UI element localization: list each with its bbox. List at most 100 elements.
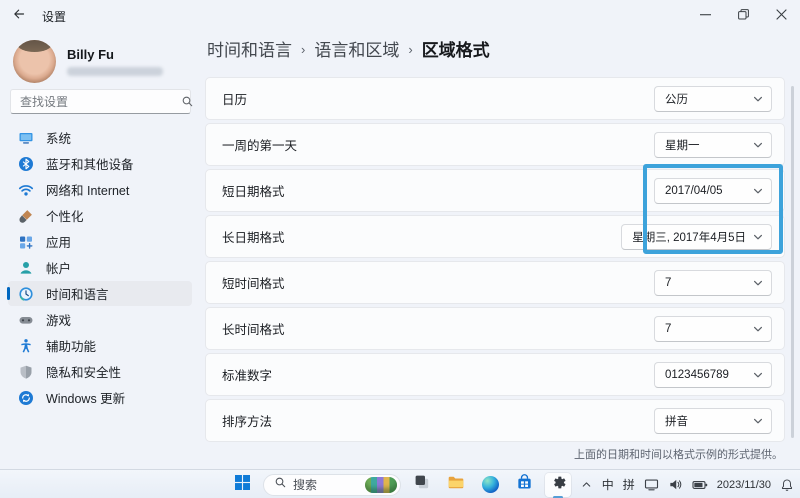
minimize-icon <box>700 7 711 25</box>
file-explorer-button[interactable] <box>443 473 469 497</box>
search-input[interactable] <box>11 95 181 109</box>
sidebar: Billy Fu 系统 蓝牙和其他设备 网络和 Internet 个性化 应用 … <box>0 32 200 469</box>
bluetooth-icon <box>18 156 34 172</box>
breadcrumb-language-region[interactable]: 语言和区域 <box>314 36 399 61</box>
ime-language-indicator[interactable]: 中 <box>602 476 614 493</box>
sidebar-item-gaming[interactable]: 游戏 <box>8 307 192 332</box>
settings-search-box <box>10 89 191 114</box>
dropdown-sort-method[interactable]: 拼音 <box>654 408 772 434</box>
chevron-down-icon <box>752 415 764 427</box>
search-icon <box>274 476 287 494</box>
task-view-button[interactable] <box>409 473 435 497</box>
setting-row-sort-method: 排序方法 拼音 <box>205 399 785 442</box>
search-highlight-image <box>365 477 397 493</box>
sidebar-item-apps[interactable]: 应用 <box>8 229 192 254</box>
network-icon[interactable] <box>644 477 659 492</box>
tray-date[interactable]: 2023/11/30 <box>717 479 771 491</box>
user-profile[interactable]: Billy Fu <box>13 37 163 85</box>
folder-icon <box>447 473 465 496</box>
sidebar-item-windows-update[interactable]: Windows 更新 <box>8 385 192 410</box>
footer-note: 上面的日期和时间以格式示例的形式提供。 <box>574 446 783 462</box>
breadcrumb: 时间和语言 › 语言和区域 › 区域格式 <box>207 36 490 61</box>
profile-email-blurred <box>67 67 163 76</box>
taskbar: 搜索 <box>0 469 800 498</box>
microsoft-store-icon <box>516 474 533 496</box>
person-icon <box>18 260 34 276</box>
gear-icon <box>550 474 567 496</box>
breadcrumb-time-language[interactable]: 时间和语言 <box>207 36 292 61</box>
window-title: 设置 <box>42 8 66 25</box>
clock-icon <box>18 286 34 302</box>
setting-row-standard-digits: 标准数字 0123456789 <box>205 353 785 396</box>
chevron-down-icon <box>752 139 764 151</box>
main-content: 时间和语言 › 语言和区域 › 区域格式 日历 公历 一周的第一天 星期一 短日… <box>205 32 785 469</box>
setting-row-long-date: 长日期格式 星期三, 2017年4月5日 <box>205 215 785 258</box>
edge-button[interactable] <box>477 473 503 497</box>
settings-window: 设置 Billy Fu <box>0 0 800 498</box>
breadcrumb-separator-icon: › <box>301 40 305 57</box>
monitor-icon <box>18 130 34 146</box>
setting-row-short-date: 短日期格式 2017/04/05 <box>205 169 785 212</box>
sidebar-item-time-language[interactable]: 时间和语言 <box>8 281 192 306</box>
chevron-down-icon <box>752 93 764 105</box>
chevron-down-icon <box>752 323 764 335</box>
brush-icon <box>18 208 34 224</box>
breadcrumb-separator-icon: › <box>408 40 412 57</box>
edge-browser-icon <box>482 476 499 493</box>
restore-icon <box>738 7 749 25</box>
system-tray: 中 拼 2023/11/30 <box>580 471 794 498</box>
task-view-icon <box>414 474 430 495</box>
sidebar-item-network[interactable]: 网络和 Internet <box>8 177 192 202</box>
avatar <box>13 40 56 83</box>
sidebar-item-accessibility[interactable]: 辅助功能 <box>8 333 192 358</box>
dropdown-first-day[interactable]: 星期一 <box>654 132 772 158</box>
sync-icon <box>18 390 34 406</box>
store-button[interactable] <box>511 473 537 497</box>
maximize-restore-button[interactable] <box>724 0 762 32</box>
dropdown-short-date[interactable]: 2017/04/05 <box>654 178 772 204</box>
sidebar-item-system[interactable]: 系统 <box>8 125 192 150</box>
volume-icon[interactable] <box>668 477 683 492</box>
settings-app-button[interactable] <box>545 473 571 497</box>
gamepad-icon <box>18 312 34 328</box>
sidebar-nav: 系统 蓝牙和其他设备 网络和 Internet 个性化 应用 帐户 时间和语言 … <box>4 125 196 411</box>
setting-row-first-day: 一周的第一天 星期一 <box>205 123 785 166</box>
minimize-button[interactable] <box>686 0 724 32</box>
back-arrow-icon <box>12 7 26 26</box>
search-icon <box>181 95 194 108</box>
battery-icon[interactable] <box>692 477 708 493</box>
taskbar-search-label: 搜索 <box>293 476 359 493</box>
titlebar: 设置 <box>0 0 800 32</box>
windows-logo-icon <box>235 475 250 495</box>
start-button[interactable] <box>229 473 255 497</box>
chevron-down-icon <box>752 277 764 289</box>
ime-mode-indicator[interactable]: 拼 <box>623 476 635 493</box>
dropdown-long-time[interactable]: 7 <box>654 316 772 342</box>
accessibility-icon <box>18 338 34 354</box>
sidebar-item-privacy[interactable]: 隐私和安全性 <box>8 359 192 384</box>
profile-name: Billy Fu <box>67 47 163 62</box>
sidebar-item-personalization[interactable]: 个性化 <box>8 203 192 228</box>
close-icon <box>776 7 787 25</box>
notification-bell-icon[interactable] <box>780 478 794 492</box>
setting-row-short-time: 短时间格式 7 <box>205 261 785 304</box>
close-button[interactable] <box>762 0 800 32</box>
setting-row-calendar: 日历 公历 <box>205 77 785 120</box>
taskbar-center: 搜索 <box>229 471 571 498</box>
settings-rows: 日历 公历 一周的第一天 星期一 短日期格式 2017/04/05 长日期格式 … <box>205 77 785 442</box>
chevron-down-icon <box>752 185 764 197</box>
dropdown-long-date[interactable]: 星期三, 2017年4月5日 <box>621 224 772 250</box>
tray-chevron-up-icon[interactable] <box>580 478 593 491</box>
back-button[interactable] <box>4 1 34 31</box>
dropdown-calendar[interactable]: 公历 <box>654 86 772 112</box>
chevron-down-icon <box>752 369 764 381</box>
shield-icon <box>18 364 34 380</box>
sidebar-item-bluetooth[interactable]: 蓝牙和其他设备 <box>8 151 192 176</box>
scrollbar[interactable] <box>791 86 794 438</box>
dropdown-short-time[interactable]: 7 <box>654 270 772 296</box>
taskbar-search-box[interactable]: 搜索 <box>263 474 401 496</box>
page-title: 区域格式 <box>422 36 490 61</box>
sidebar-item-accounts[interactable]: 帐户 <box>8 255 192 280</box>
setting-row-long-time: 长时间格式 7 <box>205 307 785 350</box>
dropdown-standard-digits[interactable]: 0123456789 <box>654 362 772 388</box>
